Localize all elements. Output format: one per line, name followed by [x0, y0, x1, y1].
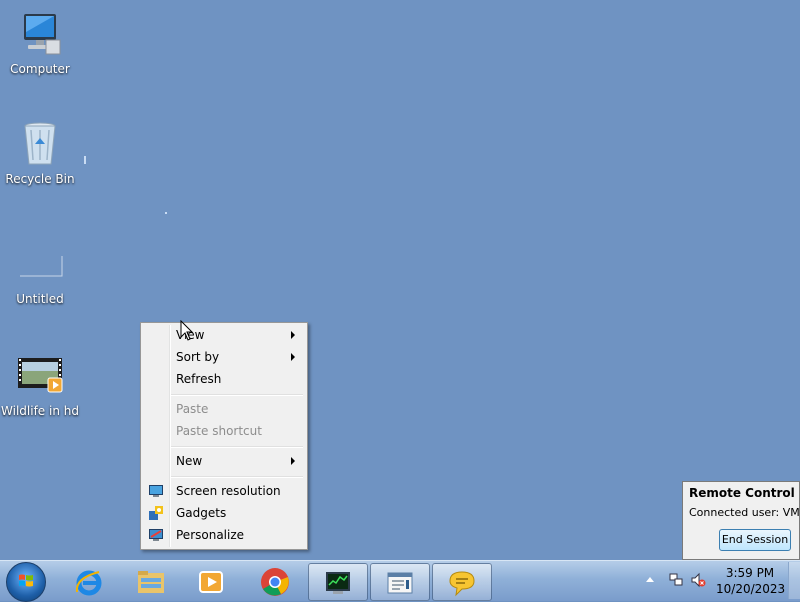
- desktop-icon-wildlife-video[interactable]: Wildlife in hd: [0, 352, 80, 418]
- menu-item-label: Screen resolution: [176, 484, 281, 498]
- internet-explorer-icon: [75, 570, 102, 596]
- taskbar-google-chrome[interactable]: [246, 563, 304, 599]
- desktop-icon-label: Wildlife in hd: [1, 404, 79, 418]
- show-hidden-icons-arrow[interactable]: [646, 577, 654, 582]
- menu-item-screen-resolution[interactable]: Screen resolution: [143, 480, 305, 502]
- taskbar-windows-explorer[interactable]: [122, 563, 180, 599]
- blank-file-icon: [20, 256, 63, 277]
- taskbar-notepad[interactable]: [370, 563, 430, 601]
- menu-separator: [171, 394, 303, 396]
- taskbar-chat[interactable]: [432, 563, 492, 601]
- menu-item-paste[interactable]: Paste: [143, 398, 305, 420]
- chrome-icon: [261, 568, 289, 596]
- menu-item-label: Gadgets: [176, 506, 227, 520]
- desktop-icon-label: Recycle Bin: [5, 172, 75, 186]
- menu-item-gadgets[interactable]: Gadgets: [143, 502, 305, 524]
- taskbar-media-player[interactable]: [182, 563, 240, 599]
- taskbar-task-manager[interactable]: [308, 563, 368, 601]
- windows-logo-icon: [19, 574, 33, 587]
- mouse-cursor-icon: [180, 320, 194, 341]
- desktop-icon-recycle-bin[interactable]: Recycle Bin: [0, 120, 80, 186]
- screen-resolution-icon: [149, 485, 163, 497]
- menu-item-new[interactable]: New: [143, 450, 305, 472]
- desktop-icon-label: Untitled: [16, 292, 64, 306]
- desktop-icon-label: Computer: [10, 62, 70, 76]
- submenu-arrow-icon: [291, 353, 295, 361]
- connected-user-text: Connected user: VM6: [689, 506, 800, 519]
- menu-item-view[interactable]: View: [143, 324, 305, 346]
- menu-item-paste-shortcut[interactable]: Paste shortcut: [143, 420, 305, 442]
- clock-date: 10/20/2023: [716, 582, 786, 596]
- submenu-arrow-icon: [291, 457, 295, 465]
- network-icon[interactable]: [668, 572, 684, 588]
- menu-separator: [171, 446, 303, 448]
- menu-item-label: Personalize: [176, 528, 245, 542]
- system-clock[interactable]: 3:59 PM 10/20/2023: [716, 565, 786, 597]
- media-player-icon: [199, 571, 223, 593]
- menu-item-refresh[interactable]: Refresh: [143, 368, 305, 390]
- desktop-speck: [165, 212, 167, 214]
- menu-item-label: New: [176, 454, 203, 468]
- desktop-speck: [84, 156, 86, 164]
- menu-separator: [171, 476, 303, 478]
- menu-item-sort-by[interactable]: Sort by: [143, 346, 305, 368]
- remote-control-title: Remote Control: [689, 486, 795, 500]
- chat-bubble-icon: [449, 571, 475, 597]
- menu-item-label: Refresh: [176, 372, 222, 386]
- desktop[interactable]: Computer Recycle Bin Untitled Wildlife i…: [0, 0, 800, 560]
- computer-icon: [24, 14, 61, 55]
- recycle-bin-icon: [24, 122, 56, 165]
- remote-control-panel: Remote Control Connected user: VM6 End S…: [682, 481, 800, 560]
- taskbar-internet-explorer[interactable]: [60, 563, 118, 599]
- desktop-context-menu: View Sort by Refresh Paste Paste shortcu…: [140, 322, 308, 550]
- gadgets-icon: [149, 506, 163, 520]
- show-desktop-button[interactable]: [788, 562, 800, 599]
- desktop-icon-computer[interactable]: Computer: [0, 10, 80, 76]
- task-manager-icon: [326, 572, 350, 594]
- menu-item-personalize[interactable]: Personalize: [143, 524, 305, 546]
- personalize-icon: [149, 529, 163, 541]
- video-file-icon: [18, 358, 63, 393]
- folder-icon: [138, 571, 164, 593]
- clock-time: 3:59 PM: [725, 566, 775, 580]
- menu-item-label: Paste shortcut: [176, 424, 262, 438]
- end-session-button[interactable]: End Session: [719, 529, 791, 551]
- desktop-icon-untitled[interactable]: Untitled: [0, 240, 80, 306]
- notepad-icon: [387, 572, 413, 594]
- submenu-arrow-icon: [291, 331, 295, 339]
- volume-muted-icon[interactable]: [690, 572, 706, 588]
- start-button[interactable]: [6, 562, 46, 602]
- menu-item-label: Paste: [176, 402, 209, 416]
- menu-item-label: Sort by: [176, 350, 220, 364]
